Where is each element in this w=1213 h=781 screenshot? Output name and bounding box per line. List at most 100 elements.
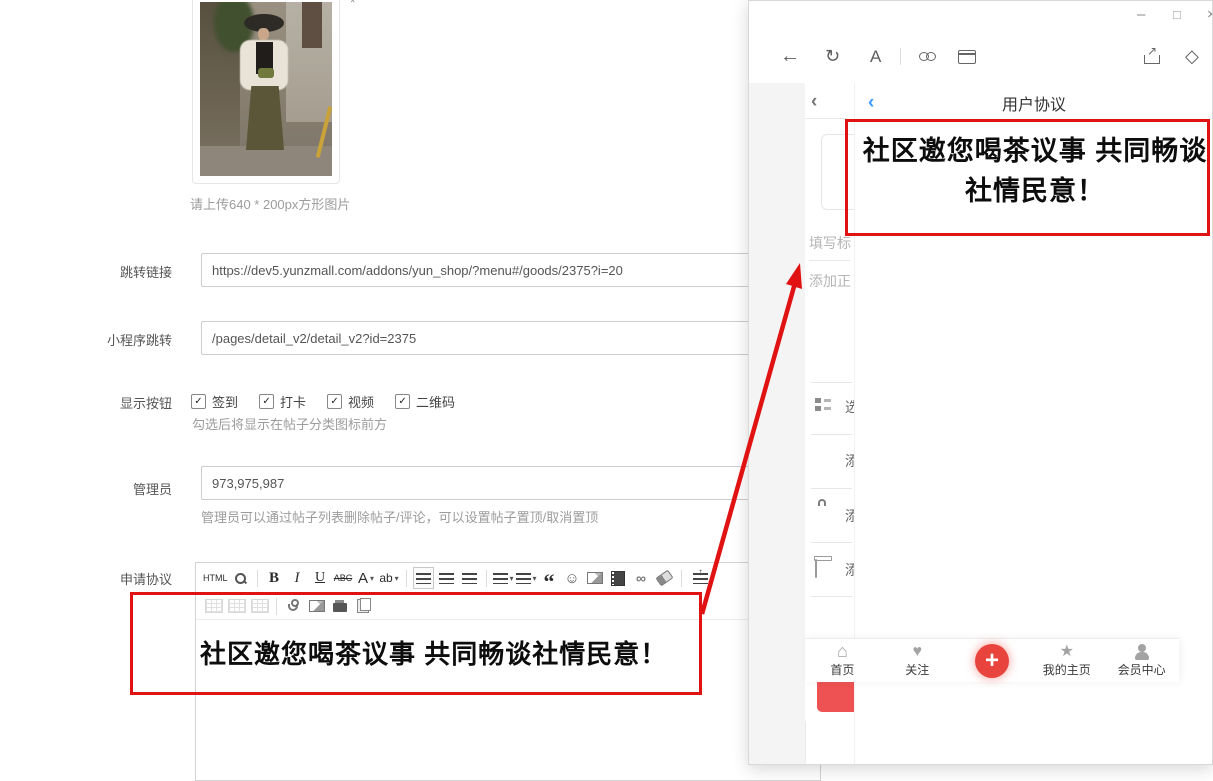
strikethrough-button[interactable]: ABC (333, 567, 354, 589)
film-icon (611, 571, 625, 586)
printer-icon (333, 603, 347, 612)
framed-image-icon (309, 600, 325, 612)
photo-bag (258, 68, 274, 78)
bold-button[interactable]: B (264, 567, 285, 589)
close-button[interactable]: × (1207, 6, 1213, 23)
share-icon[interactable] (1144, 55, 1160, 64)
tab-my-homepage[interactable]: ★ 我的主页 (1029, 639, 1104, 682)
font-size-icon[interactable]: A (870, 47, 881, 67)
clipboard-icon (357, 599, 369, 613)
upload-image-card[interactable] (192, 0, 340, 184)
publish-upload-card[interactable] (821, 134, 854, 210)
blockquote-button[interactable]: “ (539, 563, 560, 593)
print-button[interactable] (329, 595, 350, 617)
tab-member-center[interactable]: 会员中心 (1104, 639, 1179, 682)
insert-image-button[interactable] (585, 567, 606, 589)
checkbox-item-signin[interactable]: ✓ 签到 (191, 392, 238, 411)
align-right-button[interactable] (459, 567, 480, 589)
strip-divider (811, 542, 852, 543)
publish-back-chevron-icon[interactable]: ‹ (811, 91, 817, 113)
table-icon (205, 599, 223, 613)
photo-face (258, 28, 269, 40)
strip-divider (811, 596, 852, 597)
font-color-button[interactable]: A▾ (356, 567, 377, 589)
underline-button[interactable]: U (310, 567, 331, 589)
remove-format-button[interactable] (654, 567, 675, 589)
admin-input[interactable] (201, 466, 821, 500)
insert-link-button[interactable]: ∞ (631, 567, 652, 589)
miniprogram-jump-label: 小程序跳转 (72, 330, 172, 349)
row-label: 添 (845, 506, 854, 526)
table-col-icon (251, 599, 269, 613)
insert-video-button[interactable] (608, 567, 629, 589)
bullet-list-button[interactable]: ▾ (516, 567, 537, 589)
row-label: 添 (845, 451, 854, 471)
browser-window-icon[interactable] (958, 50, 976, 64)
photo-ground (200, 146, 332, 176)
jump-link-input[interactable] (201, 253, 821, 287)
star-icon: ★ (1060, 643, 1074, 660)
window-titlebar[interactable]: – □ × (749, 1, 1212, 31)
insert-frame-button[interactable] (306, 595, 327, 617)
align-center-button[interactable] (436, 567, 457, 589)
table-col-button[interactable] (249, 595, 270, 617)
publish-page-strip: 填写标 添加正 选 添 添 添 ✓ 阅 (805, 83, 854, 721)
row-label: 添 (845, 560, 854, 580)
strip-divider (811, 434, 852, 435)
tab-home[interactable]: ⌂ 首页 (805, 639, 880, 682)
miniprogram-jump-input[interactable] (201, 321, 821, 355)
table-row-button[interactable] (226, 595, 247, 617)
anchor-button[interactable] (283, 595, 304, 617)
storage-box-icon[interactable] (815, 559, 817, 578)
checkbox-checked-icon[interactable]: ✓ (191, 394, 206, 409)
indent-top-button[interactable]: ↑ (688, 567, 709, 589)
editor-toolbar-row1: HTML B I U ABC A▾ ab▾ ▾ ▾ “ ☺ ∞ ↑ (196, 563, 820, 593)
up-arrow-icon: ↑ (698, 567, 703, 578)
paste-button[interactable] (352, 595, 373, 617)
bullet-list-icon (516, 573, 531, 584)
toolbar-divider (900, 48, 901, 65)
editor-content-text[interactable]: 社区邀您喝茶议事 共同畅谈社情民意！ (196, 620, 820, 671)
refresh-icon[interactable]: ↻ (825, 46, 840, 67)
package-icon[interactable]: ◇ (1185, 46, 1199, 67)
back-icon[interactable]: ← (780, 45, 800, 68)
emoji-button[interactable]: ☺ (562, 567, 583, 589)
title-placeholder[interactable]: 填写标 (809, 233, 851, 253)
insert-table-button[interactable] (203, 595, 224, 617)
italic-button[interactable]: I (287, 567, 308, 589)
align-left-icon (416, 573, 431, 584)
minimize-button[interactable]: – (1137, 6, 1145, 23)
ordered-list-button[interactable]: ▾ (493, 567, 514, 589)
link-icon[interactable] (919, 52, 937, 61)
checkbox-checked-icon[interactable]: ✓ (395, 394, 410, 409)
align-right-icon (462, 573, 477, 584)
checkbox-checked-icon[interactable]: ✓ (327, 394, 342, 409)
align-left-button[interactable] (413, 567, 434, 589)
admin-hint: 管理员可以通过帖子列表删除帖子/评论，可以设置帖子置顶/取消置顶 (201, 507, 598, 526)
image-icon (587, 572, 603, 584)
editor-toolbar-row2 (196, 593, 820, 620)
header-underline (805, 118, 847, 119)
checkbox-label: 二维码 (416, 392, 455, 411)
photo-skirt (246, 86, 284, 150)
tab-publish[interactable]: + (955, 639, 1030, 682)
category-icon[interactable] (815, 398, 831, 412)
agreement-label: 申请协议 (72, 569, 172, 588)
checkbox-item-video[interactable]: ✓ 视频 (327, 392, 374, 411)
checkbox-checked-icon[interactable]: ✓ (259, 394, 274, 409)
toolbar-divider (486, 570, 487, 587)
checkbox-item-qrcode[interactable]: ✓ 二维码 (395, 392, 455, 411)
highlight-button[interactable]: ab▾ (379, 567, 400, 589)
preview-button[interactable] (230, 567, 251, 589)
bottom-tabbar: ⌂ 首页 ♥ 关注 + ★ 我的主页 会员中心 (805, 638, 1179, 682)
dropdown-arrow-icon: ▾ (370, 574, 374, 583)
html-source-button[interactable]: HTML (203, 567, 228, 589)
toolbar-divider (406, 570, 407, 587)
admin-label: 管理员 (72, 479, 172, 498)
checkbox-item-punch[interactable]: ✓ 打卡 (259, 392, 306, 411)
plus-icon[interactable]: + (975, 644, 1009, 678)
tab-follow[interactable]: ♥ 关注 (880, 639, 955, 682)
body-placeholder[interactable]: 添加正 (809, 271, 851, 291)
row-label: 选 (845, 397, 854, 417)
maximize-button[interactable]: □ (1173, 7, 1181, 22)
